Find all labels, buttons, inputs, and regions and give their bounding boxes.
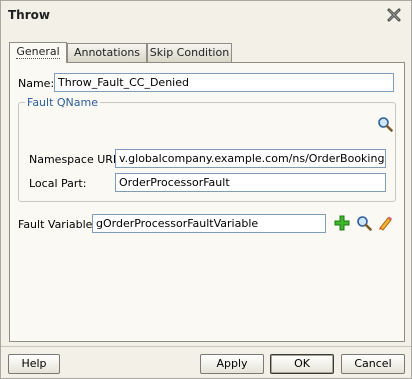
dialog-title: Throw (8, 8, 50, 22)
local-part-field[interactable]: OrderProcessorFault (115, 173, 386, 192)
search-icon[interactable] (377, 116, 393, 132)
ok-button[interactable]: OK (270, 354, 334, 374)
fault-variable-label: Fault Variable: (18, 218, 97, 231)
general-panel: Name: Throw_Fault_CC_Denied Fault QName … (9, 62, 405, 342)
add-icon[interactable] (334, 215, 350, 231)
tab-general[interactable]: General (9, 42, 67, 63)
footer-separator (1, 346, 411, 347)
fault-qname-group: Fault QName Namespace URI: v.globalcompa… (18, 96, 396, 202)
namespace-uri-field[interactable]: v.globalcompany.example.com/ns/OrderBook… (115, 149, 386, 168)
tab-annotations[interactable]: Annotations (67, 43, 147, 62)
namespace-uri-label: Namespace URI: (29, 153, 120, 166)
cancel-button[interactable]: Cancel (341, 354, 405, 374)
apply-button[interactable]: Apply (200, 354, 264, 374)
name-label: Name: (18, 77, 55, 90)
name-field[interactable]: Throw_Fault_CC_Denied (54, 73, 394, 92)
edit-icon[interactable] (377, 215, 393, 231)
local-part-label: Local Part: (29, 177, 87, 190)
close-icon[interactable] (386, 7, 402, 23)
tab-skip-condition[interactable]: Skip Condition (147, 43, 232, 62)
fault-variable-field[interactable]: gOrderProcessorFaultVariable (92, 214, 326, 233)
fault-qname-title: Fault QName (25, 96, 101, 109)
help-button[interactable]: Help (8, 354, 60, 374)
throw-dialog: Throw General Annotations Skip Condition… (0, 0, 412, 379)
search-icon[interactable] (356, 215, 372, 231)
